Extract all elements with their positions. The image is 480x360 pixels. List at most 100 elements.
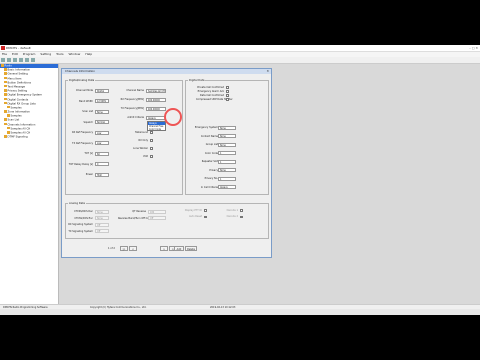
tree-item-label: DTMF Signaling — [7, 135, 28, 139]
read-icon[interactable] — [19, 58, 23, 62]
tree-item-label: Samples All CH — [10, 131, 31, 135]
folder-icon — [4, 93, 7, 96]
menu-tools[interactable]: Tools — [56, 52, 63, 56]
digital-field-field[interactable]: None — [218, 168, 236, 172]
analog-checkbox[interactable] — [240, 215, 243, 218]
menu-setting[interactable]: Setting — [40, 52, 51, 56]
left-field-field[interactable]: 60 — [95, 151, 109, 156]
left-field-label: TOT Rekey Delay [s] — [68, 162, 93, 166]
menu-program[interactable]: Program — [23, 52, 36, 56]
tree-item-label: Channels Information — [7, 122, 36, 126]
digital-field-label: In Call Criteria — [200, 185, 218, 189]
mid-field-label: Channel Name — [126, 89, 144, 92]
window-controls[interactable]: – □ ✕ — [469, 46, 478, 50]
mid-label: VOX — [143, 154, 148, 158]
digital-field-field[interactable]: None — [218, 125, 236, 130]
left-field-field[interactable]: Low — [95, 130, 109, 135]
mid-checkbox[interactable] — [150, 131, 153, 134]
digital-field-field[interactable]: None — [218, 134, 236, 138]
digital-checkbox[interactable] — [226, 86, 229, 89]
open-icon[interactable] — [7, 58, 11, 62]
analog-field-label: CTCSS/DCS Dec — [74, 210, 93, 213]
analog-field-field[interactable]: Off — [95, 229, 109, 233]
menu-window[interactable]: Window — [69, 52, 81, 56]
mid-label: Lone Worker — [133, 146, 148, 150]
menu-help[interactable]: Help — [85, 52, 92, 56]
save-icon[interactable] — [13, 58, 17, 62]
group-analog-title: Analog Data — [68, 202, 86, 205]
taskbar — [0, 309, 480, 315]
left-field-field[interactable]: None — [95, 109, 109, 114]
mid-field-field[interactable]: 400.00000 — [146, 106, 166, 111]
folder-icon — [4, 135, 7, 138]
analog-label: Decode 2 — [226, 215, 238, 219]
analog-checkbox[interactable] — [204, 209, 207, 212]
analog-label: Display PTT ID — [184, 208, 202, 212]
digital-field-field[interactable]: 1 — [218, 176, 236, 181]
digital-field-label: Repeater Slot — [201, 160, 218, 163]
digital-checkbox[interactable] — [226, 98, 229, 101]
left-field-field[interactable]: 12.5KHz — [95, 99, 109, 103]
menu-edit[interactable]: Edit — [12, 52, 18, 56]
analog-field-field[interactable]: None — [95, 216, 109, 220]
digital-label: Compressed UDP Data Header — [196, 97, 233, 101]
mid-checkbox[interactable] — [150, 155, 153, 158]
first-page-button[interactable]: |< — [120, 246, 128, 251]
digital-field-label: Privacy — [209, 168, 218, 172]
folder-icon — [4, 122, 7, 126]
admit-criteria-dropdown[interactable]: Always Channel Free Color Code — [147, 121, 166, 131]
left-field-field[interactable]: Digital — [95, 88, 109, 93]
analog-right-field-field[interactable]: Off — [148, 216, 166, 220]
mid-field-field[interactable]: Samples All CH1 — [146, 88, 166, 93]
digital-checkbox[interactable] — [226, 94, 229, 97]
analog-checkbox[interactable] — [240, 209, 243, 212]
folder-icon — [7, 114, 10, 117]
help-icon[interactable] — [31, 58, 35, 62]
delete-button[interactable]: Delete — [185, 246, 197, 251]
folder-icon — [7, 126, 10, 130]
write-icon[interactable] — [25, 58, 29, 62]
mid-field-label: TX Frequency[MHz] — [120, 107, 144, 110]
analog-right-field-field[interactable]: 180 — [148, 209, 166, 214]
analog-checkbox[interactable] — [204, 215, 207, 218]
menu-file[interactable]: File — [2, 52, 7, 56]
left-field-field[interactable]: Normal — [95, 120, 109, 124]
tree-item[interactable]: DTMF Signaling — [0, 135, 58, 139]
dropdown-option[interactable]: Color Code — [148, 128, 165, 131]
mid-field-field[interactable]: 400.00000 — [146, 97, 166, 102]
new-icon[interactable] — [1, 58, 5, 62]
left-field-label: RX Ref Frequency — [71, 131, 93, 134]
left-field-field[interactable]: Low — [95, 141, 109, 145]
prev-page-button[interactable]: < — [129, 246, 137, 251]
left-field-field[interactable]: High — [95, 172, 109, 177]
analog-field-label: CTCSS/DCS Enc — [74, 216, 93, 220]
mid-checkbox[interactable] — [150, 147, 153, 150]
digital-field-field[interactable]: 1 — [218, 159, 236, 164]
mid-field-field[interactable]: Always — [146, 115, 166, 120]
next-page-button[interactable]: > — [160, 246, 168, 251]
digital-field-field[interactable]: 1 — [218, 151, 236, 155]
toolbar — [0, 57, 480, 64]
mid-checkbox[interactable] — [150, 139, 153, 142]
analog-field-field[interactable]: None — [95, 209, 109, 214]
folder-icon — [4, 68, 7, 71]
digital-checkbox[interactable] — [226, 90, 229, 93]
folder-icon — [7, 105, 10, 109]
page-indicator: 1 of 2 — [108, 247, 115, 250]
left-field-label: TX Ref Frequency — [72, 141, 93, 145]
digital-field-label: Privacy No. — [204, 177, 218, 180]
tree-item-label: Digital Emergency System — [7, 93, 42, 97]
add-button[interactable]: Add — [174, 246, 184, 251]
folder-icon — [4, 97, 7, 100]
close-icon[interactable]: ✕ — [266, 69, 269, 74]
analog-field-field[interactable]: Off — [95, 222, 109, 227]
folder-icon — [4, 118, 7, 121]
tree-item-label: Scan List — [7, 118, 20, 122]
digital-field-field[interactable]: None — [218, 142, 236, 147]
left-field-label: Band Width — [79, 99, 93, 103]
analog-right-field-label: QT Reverse — [132, 210, 146, 213]
digital-field-field[interactable]: Always — [218, 185, 236, 189]
tree-item-label: Button Definitions — [7, 81, 31, 84]
tree-item-label: Digital Contacts — [7, 97, 29, 101]
left-field-field[interactable]: 0 — [95, 162, 109, 166]
